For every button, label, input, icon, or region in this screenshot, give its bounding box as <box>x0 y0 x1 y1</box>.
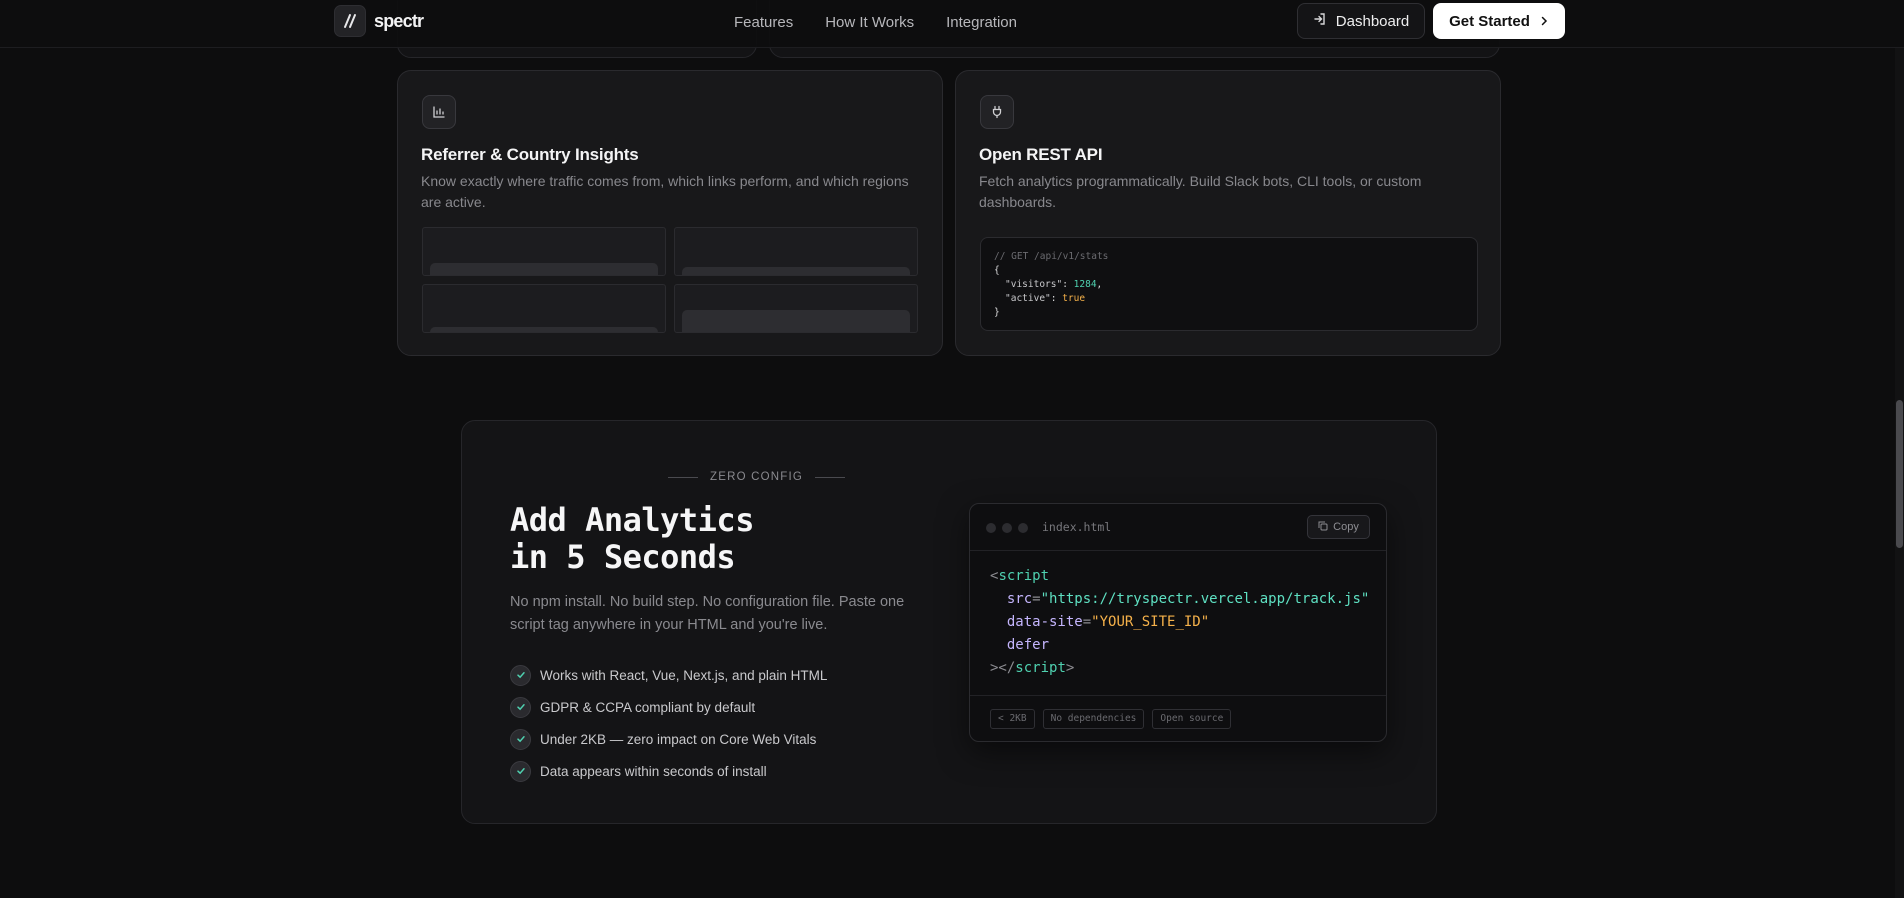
check-icon <box>510 728 531 750</box>
open-source-badge: Open source <box>1152 709 1232 729</box>
editor-footer: < 2KB No dependencies Open source <box>970 695 1386 741</box>
window-dots <box>986 523 1028 533</box>
section-title: Add Analytics in 5 Seconds <box>510 501 754 576</box>
check-icon <box>510 760 531 782</box>
feature-description: Know exactly where traffic comes from, w… <box>421 173 909 210</box>
feature-checklist: Works with React, Vue, Next.js, and plai… <box>510 659 827 787</box>
checklist-item: Under 2KB — zero impact on Core Web Vita… <box>510 723 827 755</box>
code-editor-window: index.html Copy <script src="https://try… <box>969 503 1387 742</box>
check-icon <box>510 664 531 686</box>
nav-link-integration[interactable]: Integration <box>946 14 1017 31</box>
feature-title: Open REST API <box>979 145 1103 164</box>
section-eyebrow: ZERO CONFIG <box>668 471 846 483</box>
feature-card-rest-api: Open REST API Fetch analytics programmat… <box>955 70 1501 356</box>
copy-icon <box>1318 521 1328 534</box>
brand-logo-link[interactable]: spectr <box>334 5 424 37</box>
feature-title: Referrer & Country Insights <box>421 145 639 164</box>
code-brace-open: { <box>994 265 1000 276</box>
dependencies-badge: No dependencies <box>1042 709 1145 729</box>
code-brace-close: } <box>994 307 1000 318</box>
preview-tile <box>674 284 918 333</box>
editor-filename: index.html <box>1042 520 1112 534</box>
code-line-active: "active": true <box>1005 293 1086 304</box>
preview-tile <box>422 227 666 276</box>
nav-link-how-it-works[interactable]: How It Works <box>825 14 914 31</box>
plug-icon <box>980 95 1014 129</box>
size-badge: < 2KB <box>990 709 1035 729</box>
spectr-logo-icon <box>334 5 366 37</box>
get-started-label: Get Started <box>1449 12 1530 30</box>
code-comment: // GET /api/v1/stats <box>994 251 1109 262</box>
dashboard-button-label: Dashboard <box>1335 12 1410 30</box>
preview-tile <box>674 227 918 276</box>
bar-chart-icon <box>422 95 456 129</box>
editor-header: index.html Copy <box>970 504 1386 551</box>
zero-config-section: ZERO CONFIG Add Analytics in 5 Seconds N… <box>461 420 1437 824</box>
check-icon <box>510 696 531 718</box>
top-navbar: spectr Features How It Works Integration… <box>0 0 1904 48</box>
checklist-item: Data appears within seconds of install <box>510 755 827 787</box>
feature-description: Fetch analytics programmatically. Build … <box>979 173 1422 210</box>
nav-link-features[interactable]: Features <box>734 14 793 31</box>
chevron-right-icon <box>1539 13 1549 30</box>
embed-script-code: <script src="https://tryspectr.vercel.ap… <box>990 568 1370 676</box>
copy-button[interactable]: Copy <box>1307 515 1370 539</box>
feature-card-referrer: Referrer & Country Insights Know exactly… <box>397 70 943 356</box>
login-arrow-icon <box>1313 12 1327 30</box>
checklist-item: GDPR & CCPA compliant by default <box>510 691 827 723</box>
referrer-preview-grid <box>422 227 918 333</box>
page-scrollbar[interactable] <box>1895 0 1904 898</box>
preview-tile <box>422 284 666 333</box>
section-subtitle: No npm install. No build step. No config… <box>510 594 905 633</box>
scrollbar-thumb[interactable] <box>1896 400 1903 548</box>
dashboard-button[interactable]: Dashboard <box>1297 3 1425 39</box>
brand-name: spectr <box>374 10 424 31</box>
get-started-button[interactable]: Get Started <box>1433 3 1565 39</box>
checklist-item: Works with React, Vue, Next.js, and plai… <box>510 659 827 691</box>
api-response-code-block: // GET /api/v1/stats { "visitors": 1284,… <box>980 237 1478 331</box>
code-line-visitors: "visitors": 1284, <box>1005 279 1103 290</box>
